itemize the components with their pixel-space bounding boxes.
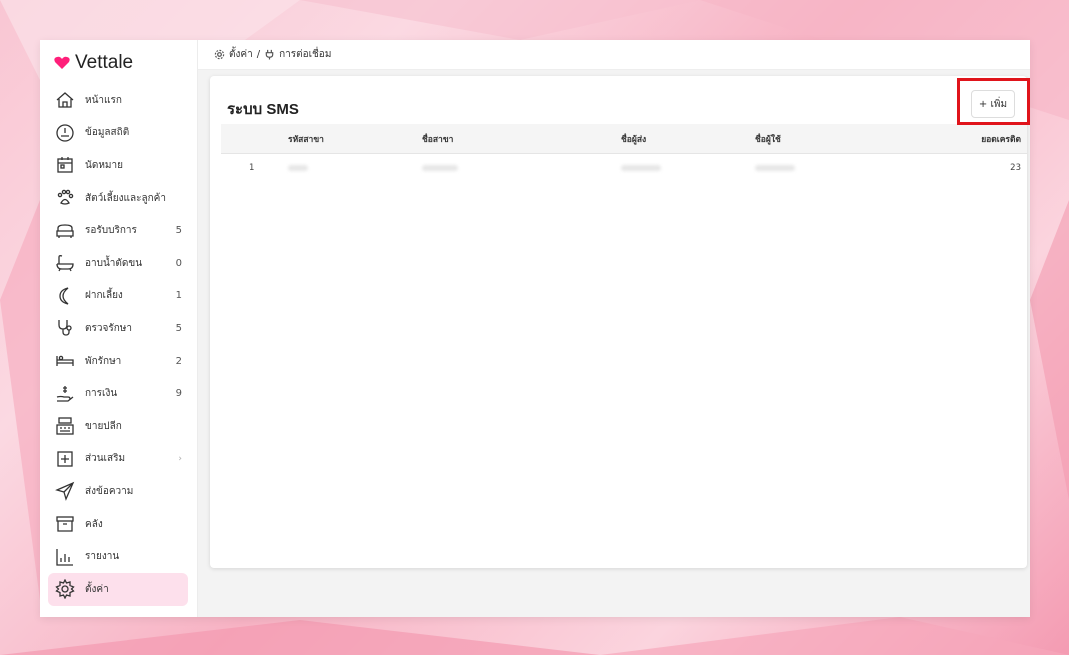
sidebar-item-plus-square[interactable]: ส่วนเสริม ›: [48, 443, 188, 476]
gear-icon: [55, 579, 75, 600]
sidebar-item-home[interactable]: หน้าแรก: [48, 84, 188, 117]
col-branch-code[interactable]: รหัสสาขา: [288, 132, 324, 146]
sidebar-item-count: 5: [175, 225, 182, 237]
sidebar-item-bathtub[interactable]: อาบน้ำตัดขน 0: [48, 247, 188, 280]
sidebar-item-cash-register[interactable]: ขายปลีก: [48, 410, 188, 443]
sidebar-nav: หน้าแรกข้อมูลสถิตินัดหมายสัตว์เลี้ยงและล…: [48, 84, 188, 606]
chevron-right-icon: ›: [178, 453, 182, 464]
sidebar-item-count: 5: [175, 322, 182, 334]
table-header: รหัสสาขา ชื่อสาขา ชื่อผู้ส่ง ชื่อผู้ใช้ …: [221, 124, 1027, 154]
sidebar-item-stethoscope[interactable]: ตรวจรักษา 5: [48, 312, 188, 345]
breadcrumb-connections: การต่อเชื่อม: [279, 49, 332, 60]
table-row[interactable]: 1 23: [221, 153, 1027, 183]
app-name: Vettale: [75, 52, 134, 73]
sidebar-item-label: ตั้งค่า: [85, 583, 109, 595]
sidebar-item-label: ส่วนเสริม: [85, 453, 126, 465]
heart-icon: [54, 56, 70, 69]
breadcrumb-separator: /: [256, 49, 261, 60]
archive-icon: [55, 514, 75, 534]
gauge-icon: [55, 123, 75, 143]
moon-icon: [55, 286, 75, 306]
sidebar-item-moon[interactable]: ฝากเลี้ยง 1: [48, 280, 188, 313]
sidebar-item-bed[interactable]: พักรักษา 2: [48, 345, 188, 378]
send-icon: [55, 481, 75, 502]
plus-square-icon: [55, 449, 75, 469]
sidebar-item-label: การเงิน: [85, 388, 118, 400]
sidebar-item-count: 9: [175, 388, 182, 400]
sidebar-item-count: 1: [175, 290, 182, 302]
sidebar-item-label: รายงาน: [85, 551, 120, 563]
sms-card: ระบบ SMS + เพิ่ม รหัสสาขา ชื่อสาขา ชื่อผ…: [210, 76, 1027, 568]
sidebar-item-label: ขายปลีก: [85, 420, 122, 432]
row-index: 1: [249, 163, 255, 173]
money-hand-icon: [55, 384, 75, 404]
sidebar-item-money-hand[interactable]: การเงิน 9: [48, 377, 188, 410]
paw-icon: [55, 188, 75, 208]
sidebar-item-count: 0: [175, 257, 182, 269]
cash-register-icon: [55, 416, 75, 436]
col-sender-name[interactable]: ชื่อผู้ส่ง: [621, 132, 646, 146]
col-credit[interactable]: ยอดเครดิต: [981, 132, 1021, 146]
breadcrumb-settings[interactable]: ตั้งค่า: [229, 47, 253, 62]
sidebar-item-sofa[interactable]: รอรับบริการ 5: [48, 214, 188, 247]
page-title: ระบบ SMS: [227, 101, 299, 118]
sidebar-item-label: คลัง: [85, 518, 103, 530]
sidebar-item-gear[interactable]: ตั้งค่า: [48, 572, 188, 606]
sidebar: Vettale หน้าแรกข้อมูลสถิตินัดหมายสัตว์เล…: [40, 40, 198, 617]
breadcrumb: ตั้งค่า / การต่อเชื่อม: [198, 40, 1030, 70]
sidebar-item-label: หน้าแรก: [85, 94, 122, 106]
sidebar-item-label: ข้อมูลสถิติ: [85, 127, 130, 139]
sidebar-item-bar-chart[interactable]: รายงาน: [48, 540, 188, 573]
sidebar-item-calendar[interactable]: นัดหมาย: [48, 149, 188, 182]
col-branch-name[interactable]: ชื่อสาขา: [422, 132, 453, 146]
bathtub-icon: [55, 253, 75, 273]
plug-icon: [265, 49, 274, 60]
sidebar-item-gauge[interactable]: ข้อมูลสถิติ: [48, 117, 188, 150]
stethoscope-icon: [55, 318, 75, 338]
bed-icon: [55, 351, 75, 371]
bar-chart-icon: [55, 547, 75, 567]
calendar-icon: [55, 155, 75, 175]
col-username[interactable]: ชื่อผู้ใช้: [755, 132, 781, 146]
sidebar-item-label: ฝากเลี้ยง: [85, 290, 123, 302]
sidebar-item-paw[interactable]: สัตว์เลี้ยงและลูกค้า: [48, 182, 188, 215]
sidebar-item-label: พักรักษา: [85, 355, 122, 367]
home-icon: [55, 90, 75, 110]
sidebar-item-label: นัดหมาย: [85, 159, 123, 171]
sidebar-item-send[interactable]: ส่งข้อความ: [48, 475, 188, 508]
row-credit: 23: [1010, 163, 1021, 173]
sidebar-item-label: ส่งข้อความ: [85, 485, 134, 497]
sidebar-item-archive[interactable]: คลัง: [48, 508, 188, 541]
sidebar-item-label: ตรวจรักษา: [85, 322, 132, 334]
add-button[interactable]: + เพิ่ม: [971, 90, 1015, 118]
sidebar-item-label: อาบน้ำตัดขน: [85, 257, 143, 269]
gear-icon: [214, 49, 225, 60]
sidebar-item-count: 2: [175, 355, 182, 367]
app-window: Vettale หน้าแรกข้อมูลสถิตินัดหมายสัตว์เล…: [40, 40, 1030, 617]
logo[interactable]: Vettale: [54, 52, 133, 74]
sofa-icon: [55, 221, 75, 241]
sidebar-item-label: รอรับบริการ: [85, 225, 137, 237]
sidebar-item-label: สัตว์เลี้ยงและลูกค้า: [85, 192, 166, 204]
